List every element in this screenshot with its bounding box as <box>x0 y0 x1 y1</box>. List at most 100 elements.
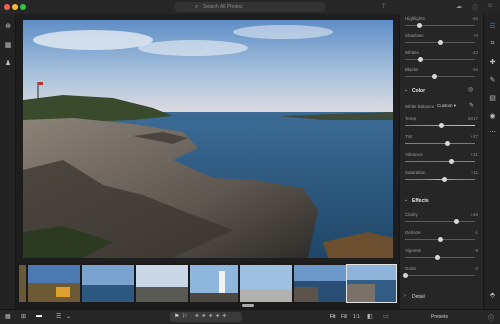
filmstrip-thumbnail[interactable] <box>136 265 188 302</box>
sort-chevron-icon[interactable]: ⌄ <box>66 313 71 320</box>
filmstrip-thumbnail[interactable] <box>294 265 346 302</box>
slider-value[interactable]: -1 <box>474 230 478 235</box>
slider-track[interactable] <box>405 177 475 182</box>
filmstrip-thumbnail[interactable] <box>240 265 292 302</box>
slider-track[interactable] <box>405 123 475 128</box>
info-panel-icon[interactable]: ▭ <box>383 313 389 320</box>
slider-value[interactable]: +46 <box>470 212 478 217</box>
edit-sliders-icon[interactable]: ☰ <box>488 22 497 30</box>
slider-track[interactable] <box>405 255 475 260</box>
slider-track[interactable] <box>405 237 475 242</box>
white-balance-select[interactable]: Custom ▾ <box>437 103 456 109</box>
add-photos-icon[interactable]: ⊕ <box>4 23 12 31</box>
slider-value[interactable]: +31 <box>470 152 478 157</box>
slider-track[interactable] <box>402 273 475 278</box>
crop-icon[interactable]: ⌗ <box>488 40 497 48</box>
color-mixer-icon[interactable]: ◎ <box>468 86 473 93</box>
help-icon[interactable]: ⓘ <box>472 3 478 12</box>
brush-icon[interactable]: ✎ <box>488 76 497 84</box>
filmstrip-thumbnail[interactable] <box>19 265 26 302</box>
filmstrip-scroll-handle[interactable] <box>242 304 254 307</box>
slider-track[interactable] <box>405 159 475 164</box>
close-window-button[interactable] <box>4 4 10 10</box>
filmstrip-thumbnail[interactable] <box>82 265 134 302</box>
slider-value[interactable]: 6017 <box>468 116 478 121</box>
slider-handle[interactable] <box>437 237 443 242</box>
slider-handle[interactable] <box>444 141 450 146</box>
eyedropper-icon[interactable]: ✎ <box>469 102 474 109</box>
filter-icon[interactable]: ⊤ <box>381 3 386 10</box>
slider-handle[interactable] <box>438 123 444 128</box>
main-photo[interactable] <box>23 20 393 258</box>
slider-track[interactable] <box>405 141 475 146</box>
zoom-window-button[interactable] <box>20 4 26 10</box>
slider-handle[interactable] <box>431 74 437 79</box>
linear-gradient-icon[interactable]: ▤ <box>488 94 497 102</box>
slider-value[interactable]: +0 <box>473 33 478 38</box>
slider-value[interactable]: -43 <box>471 50 478 55</box>
detail-view-icon[interactable]: ▬ <box>36 313 42 319</box>
slider-track[interactable] <box>405 23 475 28</box>
minimize-window-button[interactable] <box>12 4 18 10</box>
slider-handle[interactable] <box>417 57 423 62</box>
left-nav: ⊕ ▦ ♟ <box>0 14 16 309</box>
square-grid-icon[interactable]: ▦ <box>5 313 11 320</box>
presets-button[interactable]: Presets <box>431 314 448 320</box>
info-icon[interactable]: ⓘ <box>488 313 494 322</box>
slider-handle[interactable] <box>441 177 447 182</box>
star-icon[interactable]: ✦ <box>201 313 208 320</box>
radial-gradient-icon[interactable]: ◉ <box>488 112 497 120</box>
detail-section-title[interactable]: Detail <box>412 294 425 300</box>
grid-icon[interactable]: ⊞ <box>21 313 26 320</box>
color-section-title[interactable]: Color <box>412 88 425 94</box>
slider-track[interactable] <box>405 57 475 62</box>
effects-collapse-chevron-icon[interactable]: ⌄ <box>404 197 408 203</box>
library-icon[interactable]: ▦ <box>4 42 12 50</box>
more-icon[interactable]: ⋯ <box>488 128 497 136</box>
slider-track[interactable] <box>405 40 475 45</box>
search-input[interactable]: ⌕ Search All Photos <box>175 2 325 12</box>
slider-track[interactable] <box>405 219 475 224</box>
slider-value[interactable]: -46 <box>471 16 478 21</box>
slider-handle[interactable] <box>435 255 441 260</box>
sort-icon[interactable]: ☰ <box>56 313 61 320</box>
slider-value[interactable]: -16 <box>471 67 478 72</box>
one-to-one-zoom-button[interactable]: 1:1 <box>353 314 360 320</box>
filmstrip-thumbnail-selected[interactable] <box>346 264 397 303</box>
slider-handle[interactable] <box>416 23 422 28</box>
slider-handle[interactable] <box>453 219 459 224</box>
color-collapse-chevron-icon[interactable]: ⌄ <box>404 87 408 93</box>
slider-handle[interactable] <box>448 159 454 164</box>
star-icon[interactable]: ✦ <box>194 313 201 320</box>
flag-reject-icon[interactable]: ⚐ <box>182 313 187 320</box>
detail-expand-chevron-icon[interactable]: › <box>404 293 406 299</box>
star-icon[interactable]: ✦ <box>208 313 215 320</box>
star-rating[interactable]: ✦✦✦✦✦ <box>194 312 228 320</box>
slider-handle[interactable] <box>437 40 443 45</box>
slider-value[interactable]: +11 <box>471 170 478 175</box>
fill-zoom-button[interactable]: Fill <box>341 314 347 320</box>
slider-value[interactable]: -5 <box>474 248 478 253</box>
slider-value[interactable]: +27 <box>470 134 478 139</box>
slider-value[interactable]: 0 <box>475 266 478 271</box>
people-icon[interactable]: ♟ <box>4 60 12 68</box>
filmstrip-thumbnail[interactable] <box>28 265 80 302</box>
slider-track[interactable] <box>405 74 475 79</box>
healing-brush-icon[interactable]: ✚ <box>488 58 497 66</box>
slider-label: Tint <box>405 134 413 139</box>
thumbnail-image <box>82 265 134 302</box>
thumbnail-image <box>28 265 80 302</box>
fit-zoom-button[interactable]: Fit <box>330 314 336 320</box>
flag-pick-icon[interactable]: ⚑ <box>174 313 179 320</box>
star-icon[interactable]: ✦ <box>222 313 229 320</box>
star-icon[interactable]: ✦ <box>215 313 222 320</box>
effects-section-title[interactable]: Effects <box>412 198 429 204</box>
tag-icon[interactable]: ⬘ <box>488 291 497 299</box>
cloud-icon[interactable]: ☁ <box>456 3 462 10</box>
compare-icon[interactable]: ◧ <box>367 313 373 320</box>
search-icon: ⌕ <box>195 4 199 10</box>
user-icon[interactable]: ☺ <box>487 3 493 9</box>
filmstrip-thumbnail[interactable] <box>190 265 238 302</box>
slider-handle[interactable] <box>402 273 408 278</box>
slider-label: Blacks <box>405 67 419 72</box>
